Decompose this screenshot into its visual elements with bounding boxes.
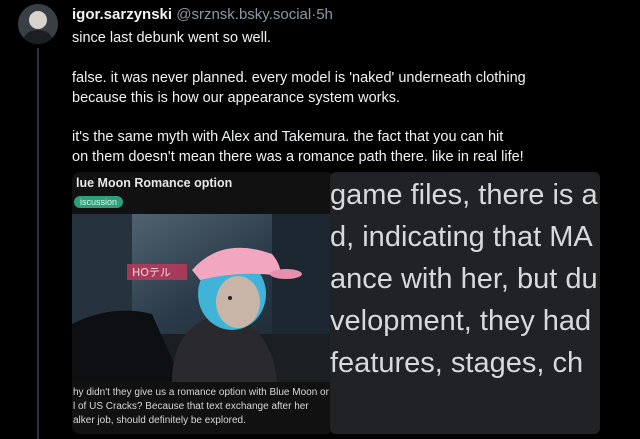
post-text-paragraph: since last debunk went so well. (72, 30, 272, 46)
author-handle[interactable]: @srznsk.bsky.social (176, 6, 311, 23)
post-time[interactable]: 5h (316, 6, 333, 23)
zoomed-text-line: ance with her, but du (330, 263, 598, 295)
reddit-post-line: alker job, should definitely be explored… (73, 415, 246, 426)
reddit-post-screenshot[interactable]: lue Moon Romance option iscussion HOテル h… (72, 172, 334, 434)
post: igor.sarzynski @srznsk.bsky.social·5h si… (0, 0, 640, 439)
embedded-images[interactable]: lue Moon Romance option iscussion HOテル h… (72, 172, 600, 434)
post-text-paragraph: false. it was never planned. every model… (72, 70, 526, 106)
zoomed-text-line: game files, there is a (330, 179, 598, 211)
reddit-post-body: hy didn't they give us a romance option … (73, 386, 334, 428)
zoomed-text-screenshot[interactable]: game files, there is a d, indicating tha… (330, 172, 600, 434)
avatar[interactable] (18, 4, 58, 44)
zoomed-text-line: features, stages, ch (330, 347, 584, 379)
discussion-flair-badge: iscussion (74, 196, 124, 208)
reddit-post-line: l of US Cracks? Because that text exchan… (73, 401, 309, 412)
svg-text:HOテル: HOテル (132, 266, 171, 279)
post-text-paragraph: it's the same myth with Alex and Takemur… (72, 129, 524, 165)
reddit-post-line: hy didn't they give us a romance option … (73, 387, 329, 398)
reddit-post-title: lue Moon Romance option (76, 176, 233, 190)
post-content: igor.sarzynski @srznsk.bsky.social·5h si… (72, 0, 632, 167)
game-screenshot-image: HOテル (72, 214, 334, 382)
avatar-image (18, 4, 58, 44)
author-name[interactable]: igor.sarzynski (72, 6, 172, 23)
zoomed-text-line: d, indicating that MA (330, 221, 593, 253)
post-header: igor.sarzynski @srznsk.bsky.social·5h (72, 6, 632, 24)
zoomed-text-line: velopment, they had (330, 305, 592, 337)
pink-cap-character-icon: HOテル (72, 214, 334, 382)
zoomed-text-lines: game files, there is a d, indicating tha… (330, 174, 598, 384)
thread-line (37, 48, 39, 439)
